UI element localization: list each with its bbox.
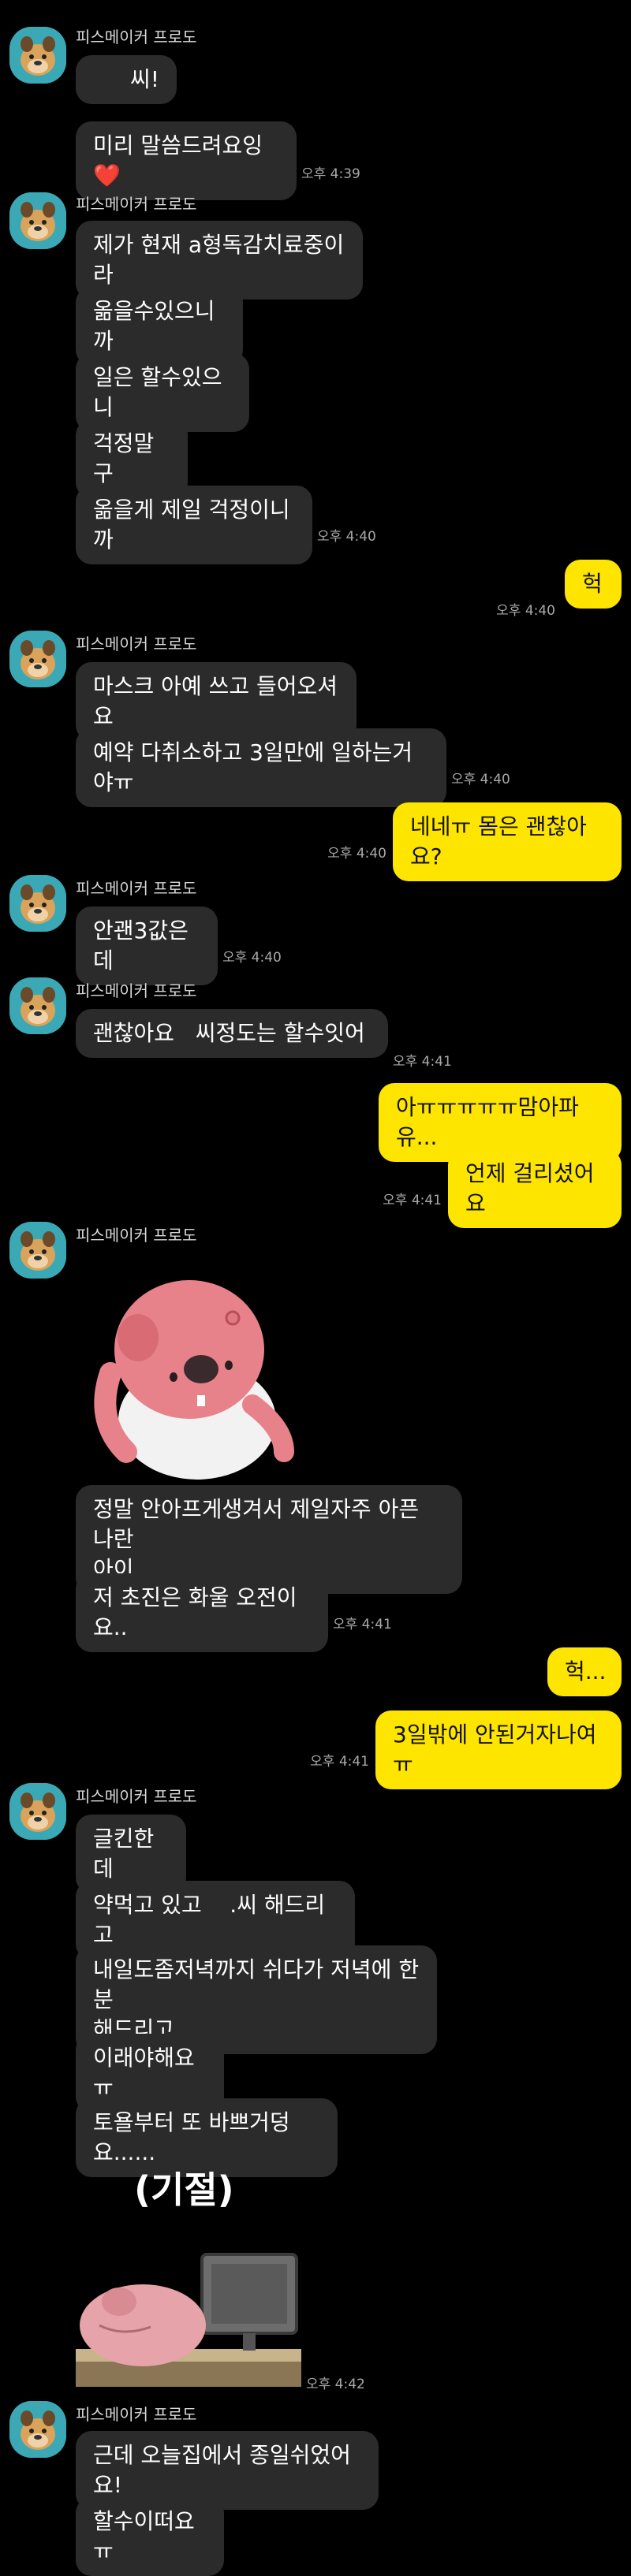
message-time: 오후 4:41 xyxy=(333,1617,392,1632)
message-bubble-sent[interactable]: 네네ㅠ 몸은 괜찮아요? xyxy=(393,802,622,881)
message-time: 오후 4:40 xyxy=(327,846,386,862)
sender-name: 피스메이커 프로도 xyxy=(76,635,197,653)
bulldog-avatar-icon xyxy=(9,875,66,932)
sender-name: 피스메이커 프로도 xyxy=(76,2405,197,2424)
message-time: 오후 4:42 xyxy=(306,2377,365,2392)
avatar[interactable] xyxy=(9,192,66,249)
bulldog-avatar-icon xyxy=(9,27,66,84)
sender-name: 피스메이커 프로도 xyxy=(76,195,197,214)
message-bubble[interactable]: 괜찮아요 씨정도는 할수잇어 xyxy=(76,1009,388,1058)
pink-beaver-sticker[interactable] xyxy=(79,1255,308,1483)
bulldog-avatar-icon xyxy=(9,1222,66,1279)
message-bubble[interactable]: 할수이떠요ㅠ xyxy=(76,2497,224,2576)
message-time: 오후 4:41 xyxy=(310,1754,369,1770)
message-bubble[interactable]: 씨! xyxy=(76,55,177,104)
message-time: 오후 4:40 xyxy=(222,950,282,966)
fainting-beaver-sticker[interactable] xyxy=(76,2207,301,2387)
bulldog-avatar-icon xyxy=(9,977,66,1034)
bulldog-avatar-icon xyxy=(9,1783,66,1840)
sender-name: 피스메이커 프로도 xyxy=(76,1226,197,1245)
bulldog-avatar-icon xyxy=(9,192,66,249)
avatar[interactable] xyxy=(9,875,66,932)
message-bubble-sent[interactable]: 헉 xyxy=(565,560,622,609)
message-bubble[interactable]: 옮을게 제일 걱정이니까 xyxy=(76,486,312,564)
message-bubble-sent[interactable]: 언제 걸리셨어요 xyxy=(448,1149,622,1228)
message-bubble[interactable]: 안괜3값은데 xyxy=(76,906,218,985)
message-time: 오후 4:40 xyxy=(496,603,555,619)
bulldog-avatar-icon xyxy=(9,2401,66,2458)
message-bubble[interactable]: 예약 다취소하고 3일만에 일하는거야ㅠ xyxy=(76,728,446,807)
sender-name: 피스메이커 프로도 xyxy=(76,1787,197,1806)
message-bubble-sent[interactable]: 3일밖에 안된거자나여ㅠ xyxy=(375,1711,622,1789)
message-time: 오후 4:39 xyxy=(301,166,360,182)
message-time: 오후 4:40 xyxy=(317,529,376,545)
sender-name: 피스메이커 프로도 xyxy=(76,28,197,47)
message-time: 오후 4:40 xyxy=(451,772,510,787)
message-bubble-sent[interactable]: 헉... xyxy=(547,1647,622,1696)
message-time: 오후 4:41 xyxy=(393,1054,452,1070)
avatar[interactable] xyxy=(9,1783,66,1840)
avatar[interactable] xyxy=(9,977,66,1034)
avatar[interactable] xyxy=(9,631,66,687)
bulldog-avatar-icon xyxy=(9,631,66,687)
avatar[interactable] xyxy=(9,27,66,84)
avatar[interactable] xyxy=(9,1222,66,1279)
message-time: 오후 4:41 xyxy=(383,1193,442,1208)
beaver-sticker-icon xyxy=(94,1280,294,1480)
message-bubble[interactable]: 저 초진은 화울 오전이요.. xyxy=(76,1573,328,1652)
avatar[interactable] xyxy=(9,2401,66,2458)
message-bubble[interactable]: 미리 말씀드려요잉❤️ xyxy=(76,121,297,200)
sender-name: 피스메이커 프로도 xyxy=(76,879,197,898)
beaver-desk-sticker-icon xyxy=(76,2253,301,2387)
sender-name: 피스메이커 프로도 xyxy=(76,981,197,1000)
sticker-caption: (기절) xyxy=(134,2168,234,2211)
